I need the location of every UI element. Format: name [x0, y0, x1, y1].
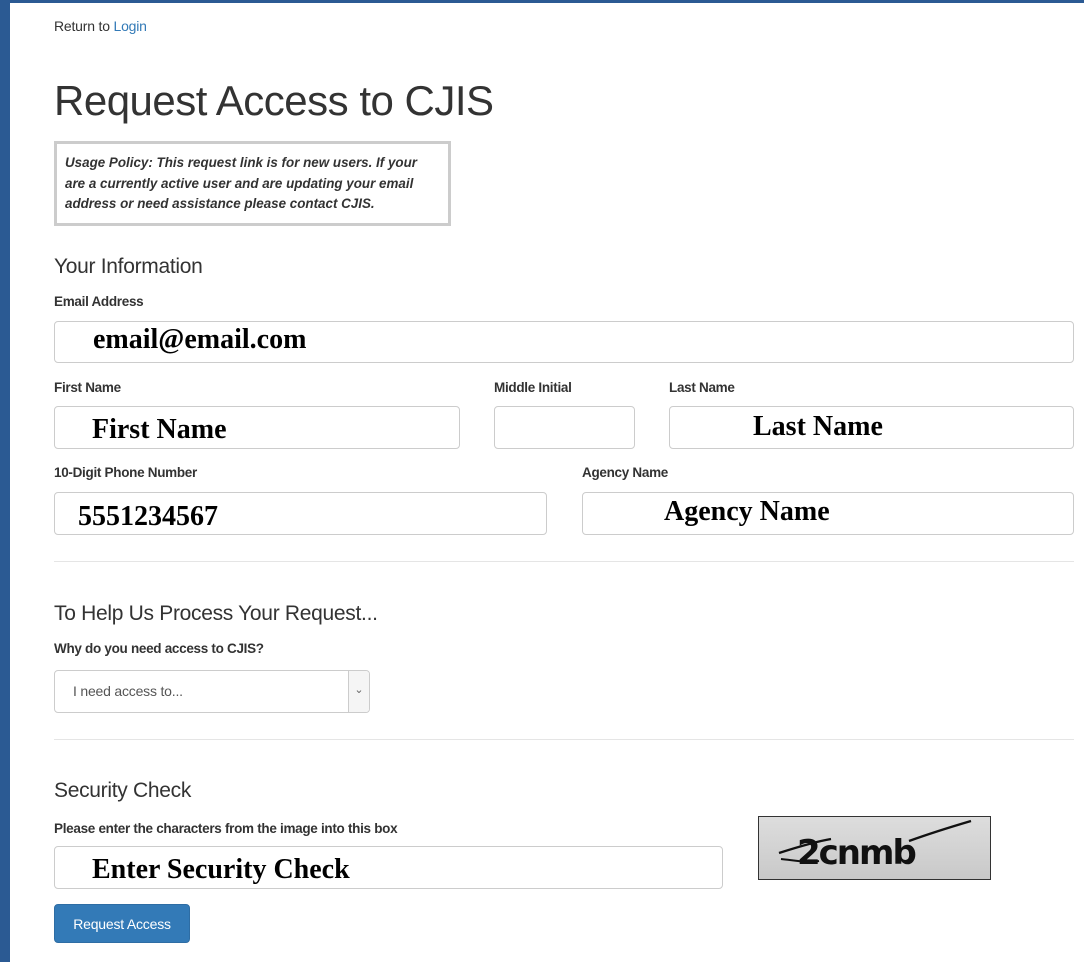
- agency-name-field[interactable]: [582, 492, 1074, 535]
- phone-label: 10-Digit Phone Number: [54, 465, 197, 480]
- first-name-label: First Name: [54, 380, 121, 395]
- return-to-login: Return to Login: [54, 18, 147, 34]
- access-reason-label: Why do you need access to CJIS?: [54, 641, 264, 656]
- access-reason-selected-value: I need access to...: [73, 683, 183, 699]
- captcha-image: 2cnmb: [758, 816, 991, 880]
- last-name-label: Last Name: [669, 380, 735, 395]
- agency-name-label: Agency Name: [582, 465, 668, 480]
- login-link[interactable]: Login: [114, 18, 147, 34]
- email-field[interactable]: [54, 321, 1074, 363]
- request-access-page: Return to Login Request Access to CJIS U…: [0, 0, 1084, 962]
- phone-field[interactable]: [54, 492, 547, 535]
- last-name-field[interactable]: [669, 406, 1074, 449]
- usage-policy-text: Usage Policy: This request link is for n…: [65, 155, 417, 211]
- first-name-field[interactable]: [54, 406, 460, 449]
- section-divider: [54, 739, 1074, 740]
- security-check-heading: Security Check: [54, 779, 192, 802]
- your-information-heading: Your Information: [54, 255, 203, 278]
- security-check-field[interactable]: [54, 846, 723, 889]
- request-access-button[interactable]: Request Access: [54, 904, 190, 943]
- section-divider: [54, 561, 1074, 562]
- page-title: Request Access to CJIS: [54, 77, 494, 124]
- return-prefix: Return to: [54, 18, 110, 34]
- email-label: Email Address: [54, 294, 144, 309]
- captcha-distortion-lines: 2cnmb: [778, 819, 972, 873]
- security-check-instructions: Please enter the characters from the ima…: [54, 821, 398, 836]
- middle-initial-field[interactable]: [494, 406, 635, 449]
- chevron-down-icon[interactable]: ⌄: [348, 671, 369, 712]
- process-request-heading: To Help Us Process Your Request...: [54, 602, 378, 625]
- access-reason-select[interactable]: I need access to... ⌄: [54, 670, 370, 713]
- usage-policy-box: Usage Policy: This request link is for n…: [54, 141, 451, 226]
- middle-initial-label: Middle Initial: [494, 380, 572, 395]
- captcha-characters: 2cnmb: [797, 833, 915, 873]
